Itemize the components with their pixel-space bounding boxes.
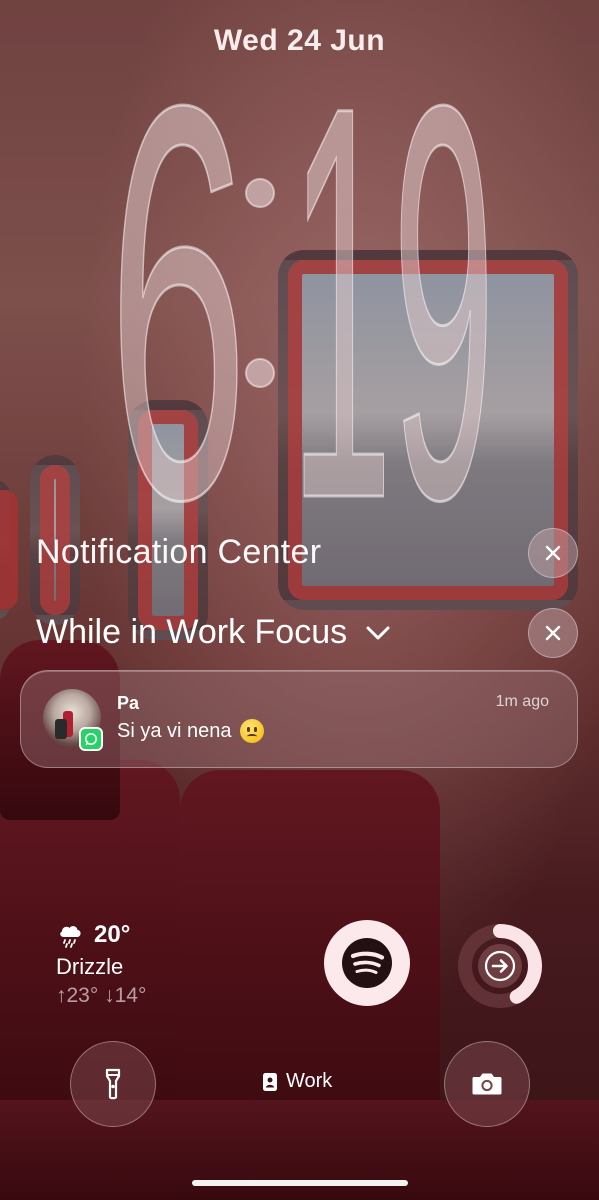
focus-mode-label: Work — [286, 1070, 333, 1092]
weather-low: ↓14° — [104, 984, 147, 1007]
weather-range: ↑23° ↓14° — [56, 984, 146, 1008]
activity-ring-widget[interactable] — [456, 922, 544, 1010]
home-indicator[interactable] — [192, 1180, 408, 1186]
notification-message-row: Si ya vi nena — [117, 719, 264, 743]
lock-clock: 6 19 — [0, 0, 599, 617]
weather-widget[interactable]: 20° Drizzle ↑23° ↓14° — [56, 920, 146, 1008]
clock-hours: 6 — [108, 58, 248, 518]
whatsapp-icon — [79, 727, 103, 751]
work-focus-group-header[interactable]: While in Work Focus — [36, 613, 391, 652]
clock-minutes: 19 — [290, 58, 495, 518]
flashlight-icon — [105, 1068, 121, 1100]
close-icon — [545, 625, 561, 641]
focus-mode-indicator[interactable]: Work — [262, 1070, 332, 1093]
notification-message: Si ya vi nena — [117, 719, 232, 742]
focus-group-label: While in Work Focus — [36, 613, 348, 651]
cloud-drizzle-icon — [60, 926, 81, 948]
camera-icon — [472, 1073, 502, 1095]
chevron-down-icon — [365, 624, 391, 642]
id-badge-icon — [263, 1072, 277, 1091]
weather-temperature: 20° — [94, 921, 131, 948]
flashlight-button[interactable] — [70, 1041, 156, 1127]
clear-notification-center-button[interactable] — [528, 528, 578, 578]
notification-time: 1m ago — [495, 693, 549, 710]
clock-colon-top — [245, 178, 275, 208]
weather-condition: Drizzle — [56, 954, 124, 979]
clock-digits: 6 19 — [107, 0, 497, 617]
spotify-icon — [342, 938, 392, 988]
lock-date: Wed 24 Jun — [213, 24, 386, 57]
notification-center-title: Notification Center — [36, 533, 322, 571]
weather-high: ↑23° — [56, 984, 99, 1007]
notification-card[interactable]: Pa Si ya vi nena 1m ago — [20, 670, 578, 768]
spotify-widget[interactable] — [324, 920, 410, 1006]
camera-button[interactable] — [444, 1041, 530, 1127]
slightly-frowning-face-icon — [239, 719, 264, 743]
close-icon — [545, 545, 561, 561]
notification-sender: Pa — [117, 693, 140, 713]
clock-colon-bottom — [245, 358, 275, 388]
clear-focus-group-button[interactable] — [528, 608, 578, 658]
